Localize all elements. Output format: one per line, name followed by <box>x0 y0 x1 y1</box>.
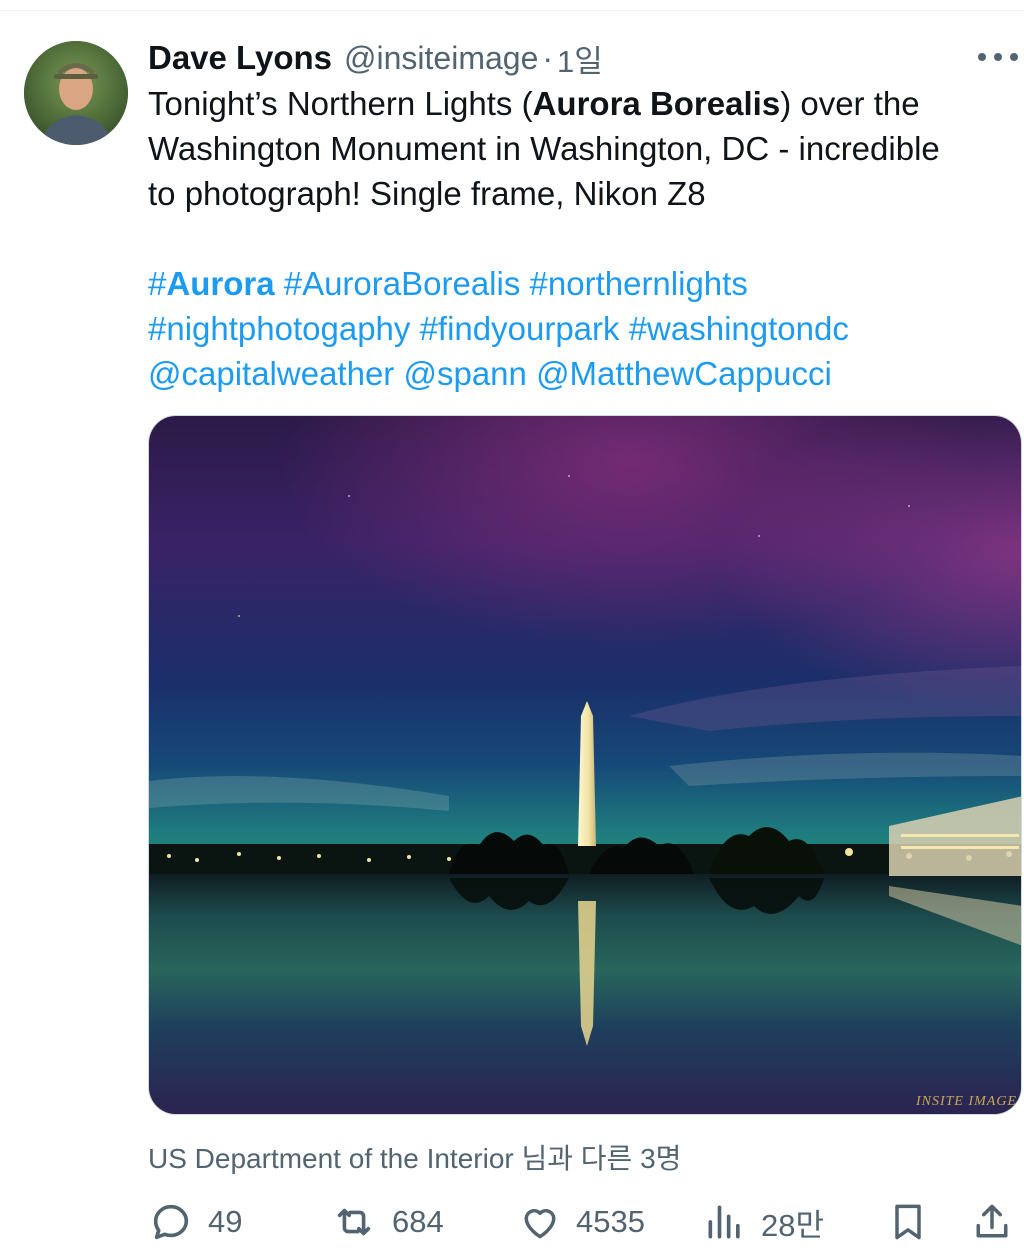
repost-button[interactable]: 684 <box>330 1196 444 1248</box>
photo-watermark: INSITE IMAGE <box>915 1094 1017 1109</box>
tweet-text-line-1: Tonight’s Northern Lights (Aurora Boreal… <box>148 81 1024 126</box>
mention-spann[interactable]: @spann <box>403 355 526 392</box>
text-part: ) over the <box>780 85 920 122</box>
tweet-text: Tonight’s Northern Lights (Aurora Boreal… <box>148 81 1024 216</box>
bookmark-icon <box>895 1204 921 1240</box>
hashtags-and-mentions: #Aurora #AuroraBorealis #northernlights … <box>148 261 1024 396</box>
like-count: 4535 <box>576 1204 645 1239</box>
bold-text: Aurora Borealis <box>532 85 781 122</box>
tweet-text-line-2: Washington Monument in Washington, DC - … <box>148 130 940 167</box>
action-bar: 49 684 4535 28만 <box>148 1196 1018 1248</box>
avatar[interactable] <box>24 41 128 145</box>
hashtag-auroraborealis[interactable]: #AuroraBorealis <box>284 265 521 302</box>
share-button[interactable] <box>970 1196 1014 1248</box>
tweet-text-line-3: to photograph! Single frame, Nikon Z8 <box>148 175 706 212</box>
reply-count: 49 <box>208 1204 243 1239</box>
hashtag-northernlights[interactable]: #northernlights <box>530 265 748 302</box>
reply-button[interactable]: 49 <box>148 1196 242 1248</box>
views-button[interactable]: 28만 <box>703 1196 824 1248</box>
author-name[interactable]: Dave Lyons <box>148 39 332 77</box>
hashtag-findyourpark[interactable]: #findyourpark <box>420 310 620 347</box>
views-icon <box>708 1205 740 1239</box>
bookmark-button[interactable] <box>886 1196 930 1248</box>
text-part: Tonight’s Northern Lights ( <box>148 85 533 122</box>
tweet-photo[interactable]: INSITE IMAGE <box>148 415 1022 1115</box>
tags-line-3: @capitalweather @spann @MatthewCappucci <box>148 351 1024 396</box>
repost-icon <box>337 1208 371 1236</box>
timestamp[interactable]: 1일 <box>557 36 603 81</box>
tweet-header: Dave Lyons @insiteimage · 1일 <box>148 36 603 81</box>
hashtag-washingtondc[interactable]: #washingtondc <box>629 310 849 347</box>
tags-line-2: #nightphotogaphy #findyourpark #washingt… <box>148 306 1024 351</box>
hash-symbol: # <box>148 265 167 302</box>
share-icon <box>976 1204 1008 1238</box>
like-button[interactable]: 4535 <box>518 1196 645 1248</box>
views-count: 28만 <box>761 1207 825 1243</box>
mention-matthewcappucci[interactable]: @MatthewCappucci <box>536 355 832 392</box>
separator: · <box>542 39 554 76</box>
author-handle[interactable]: @insiteimage <box>344 40 538 77</box>
hashtag-aurora[interactable]: #Aurora <box>148 265 275 302</box>
like-icon <box>524 1209 556 1239</box>
repost-count: 684 <box>392 1204 444 1239</box>
more-icon[interactable] <box>978 42 1018 72</box>
tags-line-1: #Aurora #AuroraBorealis #northernlights <box>148 261 1024 306</box>
mention-capitalweather[interactable]: @capitalweather <box>148 355 394 392</box>
hashtag-word: Aurora <box>166 265 275 302</box>
liked-by-text[interactable]: US Department of the Interior 님과 다른 3명 <box>148 1137 681 1177</box>
reply-icon <box>153 1204 189 1240</box>
hashtag-nightphotogaphy[interactable]: #nightphotogaphy <box>148 310 410 347</box>
top-divider <box>0 10 1024 11</box>
